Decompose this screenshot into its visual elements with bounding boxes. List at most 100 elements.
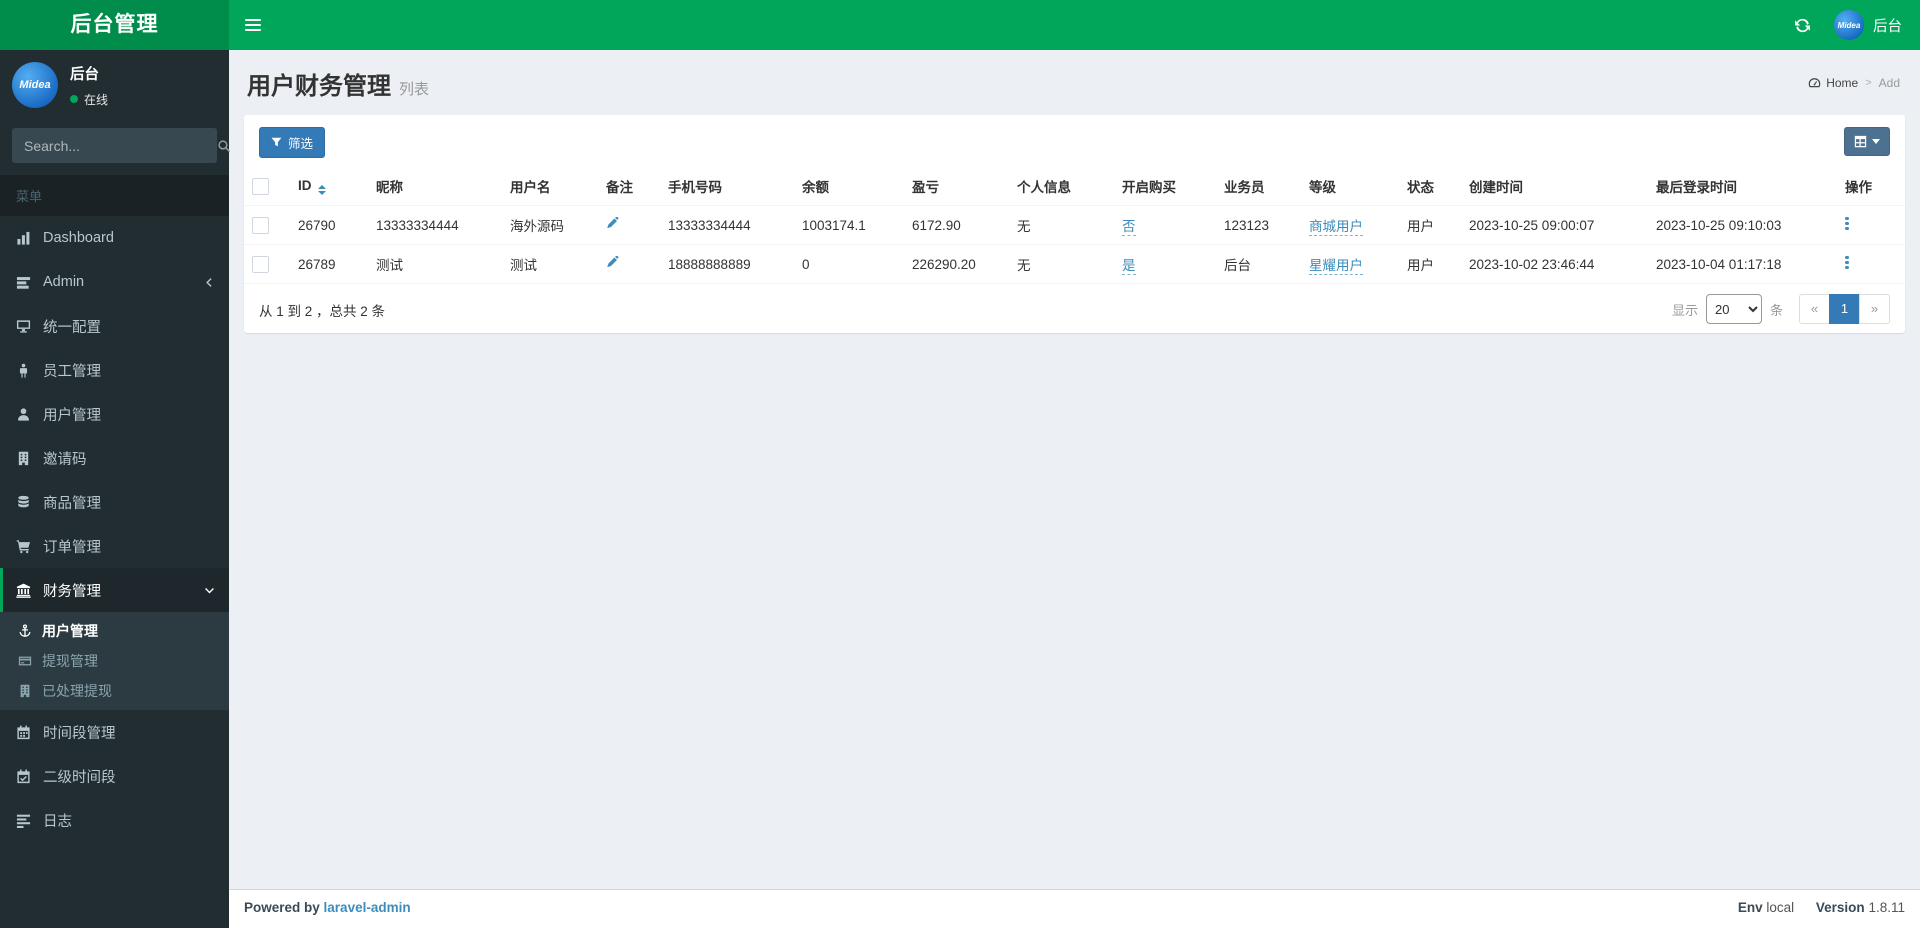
sidebar-item-product-management[interactable]: 商品管理 xyxy=(0,480,229,524)
building-icon xyxy=(16,451,43,466)
sidebar-item-invite-code[interactable]: 邀请码 xyxy=(0,436,229,480)
page-title: 用户财务管理 列表 xyxy=(247,73,430,100)
column-header-created-at: 创建时间 xyxy=(1461,167,1648,206)
cell-status: 用户 xyxy=(1399,244,1461,283)
main-content: 用户财务管理 列表 Home > Add 筛选 ID 昵称 用户名 备注 手机号… xyxy=(229,50,1920,889)
column-header-salesman: 业务员 xyxy=(1216,167,1301,206)
column-header-personal-info: 个人信息 xyxy=(1009,167,1114,206)
pagination-prev[interactable]: « xyxy=(1799,294,1830,324)
log-lines-icon xyxy=(16,813,43,828)
level-link[interactable]: 星耀用户 xyxy=(1309,258,1363,275)
online-status-icon xyxy=(70,95,78,103)
edit-remark-icon[interactable] xyxy=(606,217,619,230)
sidebar-item-admin[interactable]: Admin xyxy=(0,260,229,304)
sidebar-item-user-management[interactable]: 用户管理 xyxy=(0,392,229,436)
cell-nickname: 13333334444 xyxy=(368,205,502,245)
search-input[interactable] xyxy=(12,137,217,154)
pagination-page-1[interactable]: 1 xyxy=(1829,294,1860,324)
database-icon xyxy=(16,495,43,510)
cell-profit: 6172.90 xyxy=(904,205,1009,245)
user-menu[interactable]: Midea 后台 xyxy=(1824,0,1912,50)
building-icon xyxy=(18,684,42,698)
column-header-remark: 备注 xyxy=(598,167,660,206)
navbar-user-name: 后台 xyxy=(1873,18,1902,35)
app-logo[interactable]: 后台管理 xyxy=(0,0,229,50)
level-link[interactable]: 商城用户 xyxy=(1309,219,1363,236)
per-page-label: 显示 xyxy=(1671,302,1698,318)
chevron-down-icon xyxy=(204,585,215,596)
buy-enabled-link[interactable]: 是 xyxy=(1122,258,1136,275)
funnel-icon xyxy=(271,137,282,148)
version-label: Version xyxy=(1815,900,1865,915)
user-icon xyxy=(16,407,43,422)
sidebar: Midea 后台 在线 菜单 Dashboard Adm xyxy=(0,50,231,928)
column-header-username: 用户名 xyxy=(502,167,598,206)
cell-id: 26790 xyxy=(290,205,368,245)
sidebar-avatar: Midea xyxy=(12,62,58,108)
column-header-last-login: 最后登录时间 xyxy=(1648,167,1837,206)
finance-submenu: 用户管理 提现管理 已处理提现 xyxy=(0,612,229,710)
row-actions-button[interactable] xyxy=(1845,255,1849,270)
per-page-unit: 条 xyxy=(1769,302,1783,318)
sidebar-subitem-processed-withdraw[interactable]: 已处理提现 xyxy=(0,676,229,706)
column-header-id[interactable]: ID xyxy=(290,167,368,206)
cell-phone: 18888888889 xyxy=(660,244,794,283)
cell-personal-info: 无 xyxy=(1009,205,1114,245)
cell-personal-info: 无 xyxy=(1009,244,1114,283)
cell-created-at: 2023-10-25 09:00:07 xyxy=(1461,205,1648,245)
refresh-icon xyxy=(1794,17,1811,34)
column-header-nickname: 昵称 xyxy=(368,167,502,206)
row-actions-button[interactable] xyxy=(1845,216,1849,231)
sidebar-item-staff-management[interactable]: 员工管理 xyxy=(0,348,229,392)
calendar-check-icon xyxy=(16,769,43,784)
anchor-icon xyxy=(18,624,42,638)
column-header-level: 等级 xyxy=(1301,167,1399,206)
cell-username: 海外源码 xyxy=(502,205,598,245)
edit-remark-icon[interactable] xyxy=(606,256,619,269)
sidebar-item-order-management[interactable]: 订单管理 xyxy=(0,524,229,568)
finance-users-table: ID 昵称 用户名 备注 手机号码 余额 盈亏 个人信息 开启购买 业务员 等级… xyxy=(244,167,1905,283)
credit-card-icon xyxy=(18,654,42,668)
refresh-button[interactable] xyxy=(1780,0,1824,50)
sidebar-subitem-user-finance[interactable]: 用户管理 xyxy=(0,616,229,646)
buy-enabled-link[interactable]: 否 xyxy=(1122,219,1136,236)
sort-icon[interactable] xyxy=(317,184,326,195)
pagination-next[interactable]: » xyxy=(1859,294,1890,324)
cell-phone: 13333334444 xyxy=(660,205,794,245)
sidebar-search xyxy=(12,128,231,163)
sidebar-subitem-withdraw-management[interactable]: 提现管理 xyxy=(0,646,229,676)
sidebar-user-panel: Midea 后台 在线 xyxy=(0,50,229,122)
select-all-checkbox[interactable] xyxy=(252,177,269,195)
sidebar-toggle-button[interactable] xyxy=(229,0,277,50)
sidebar-item-unified-config[interactable]: 统一配置 xyxy=(0,304,229,348)
sidebar-item-timeslot-management[interactable]: 时间段管理 xyxy=(0,710,229,754)
env-value: local xyxy=(1766,900,1795,915)
page-subtitle: 列表 xyxy=(399,81,430,98)
sidebar-item-dashboard[interactable]: Dashboard xyxy=(0,216,229,260)
per-page-select[interactable]: 20 xyxy=(1705,294,1762,324)
filter-button[interactable]: 筛选 xyxy=(259,127,326,158)
calendar-icon xyxy=(16,725,43,740)
shopping-cart-icon xyxy=(16,539,43,554)
sidebar-item-finance-management[interactable]: 财务管理 xyxy=(0,568,229,612)
table-row: 26790 13333334444 海外源码 13333334444 10031… xyxy=(244,205,1905,245)
desktop-icon xyxy=(16,319,43,334)
row-checkbox[interactable] xyxy=(252,216,269,234)
laravel-admin-link[interactable]: laravel-admin xyxy=(324,900,411,915)
dashboard-gauge-icon xyxy=(1808,77,1821,90)
sidebar-item-secondary-timeslot[interactable]: 二级时间段 xyxy=(0,754,229,798)
cell-id: 26789 xyxy=(290,244,368,283)
breadcrumb: Home > Add xyxy=(1808,76,1900,90)
column-header-buy-enabled: 开启购买 xyxy=(1114,167,1216,206)
row-checkbox[interactable] xyxy=(252,255,269,273)
breadcrumb-separator: > xyxy=(1865,77,1872,89)
cell-status: 用户 xyxy=(1399,205,1461,245)
breadcrumb-home[interactable]: Home xyxy=(1808,76,1858,90)
column-selector-button[interactable] xyxy=(1844,127,1890,156)
bank-icon xyxy=(16,583,43,598)
sidebar-user-status[interactable]: 在线 xyxy=(70,91,108,108)
column-header-status: 状态 xyxy=(1399,167,1461,206)
search-button[interactable] xyxy=(217,128,231,163)
sidebar-user-name: 后台 xyxy=(70,66,99,83)
sidebar-item-logs[interactable]: 日志 xyxy=(0,798,229,842)
